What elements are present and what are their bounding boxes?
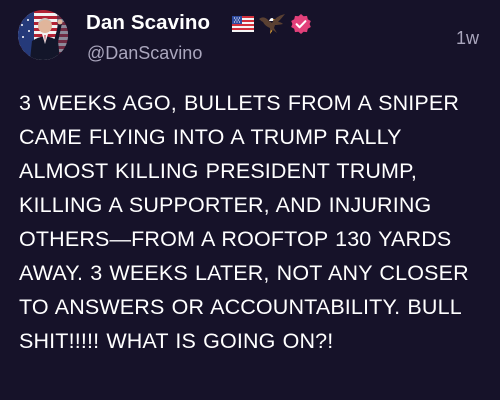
author-name[interactable]: Dan Scavino: [86, 11, 210, 35]
author-badges: [232, 12, 315, 36]
verified-badge-icon: [290, 13, 312, 35]
post-card: Dan Scavino @DanScavino 1w 3 WEEKS AGO, …: [0, 0, 500, 400]
us-flag-icon: [232, 16, 254, 32]
avatar[interactable]: [18, 10, 68, 60]
eagle-icon: [257, 13, 287, 35]
post-text: 3 WEEKS AGO, BULLETS FROM A SNIPER CAME …: [19, 91, 469, 353]
author-handle[interactable]: @DanScavino: [87, 43, 202, 64]
post-timestamp[interactable]: 1w: [456, 28, 479, 49]
